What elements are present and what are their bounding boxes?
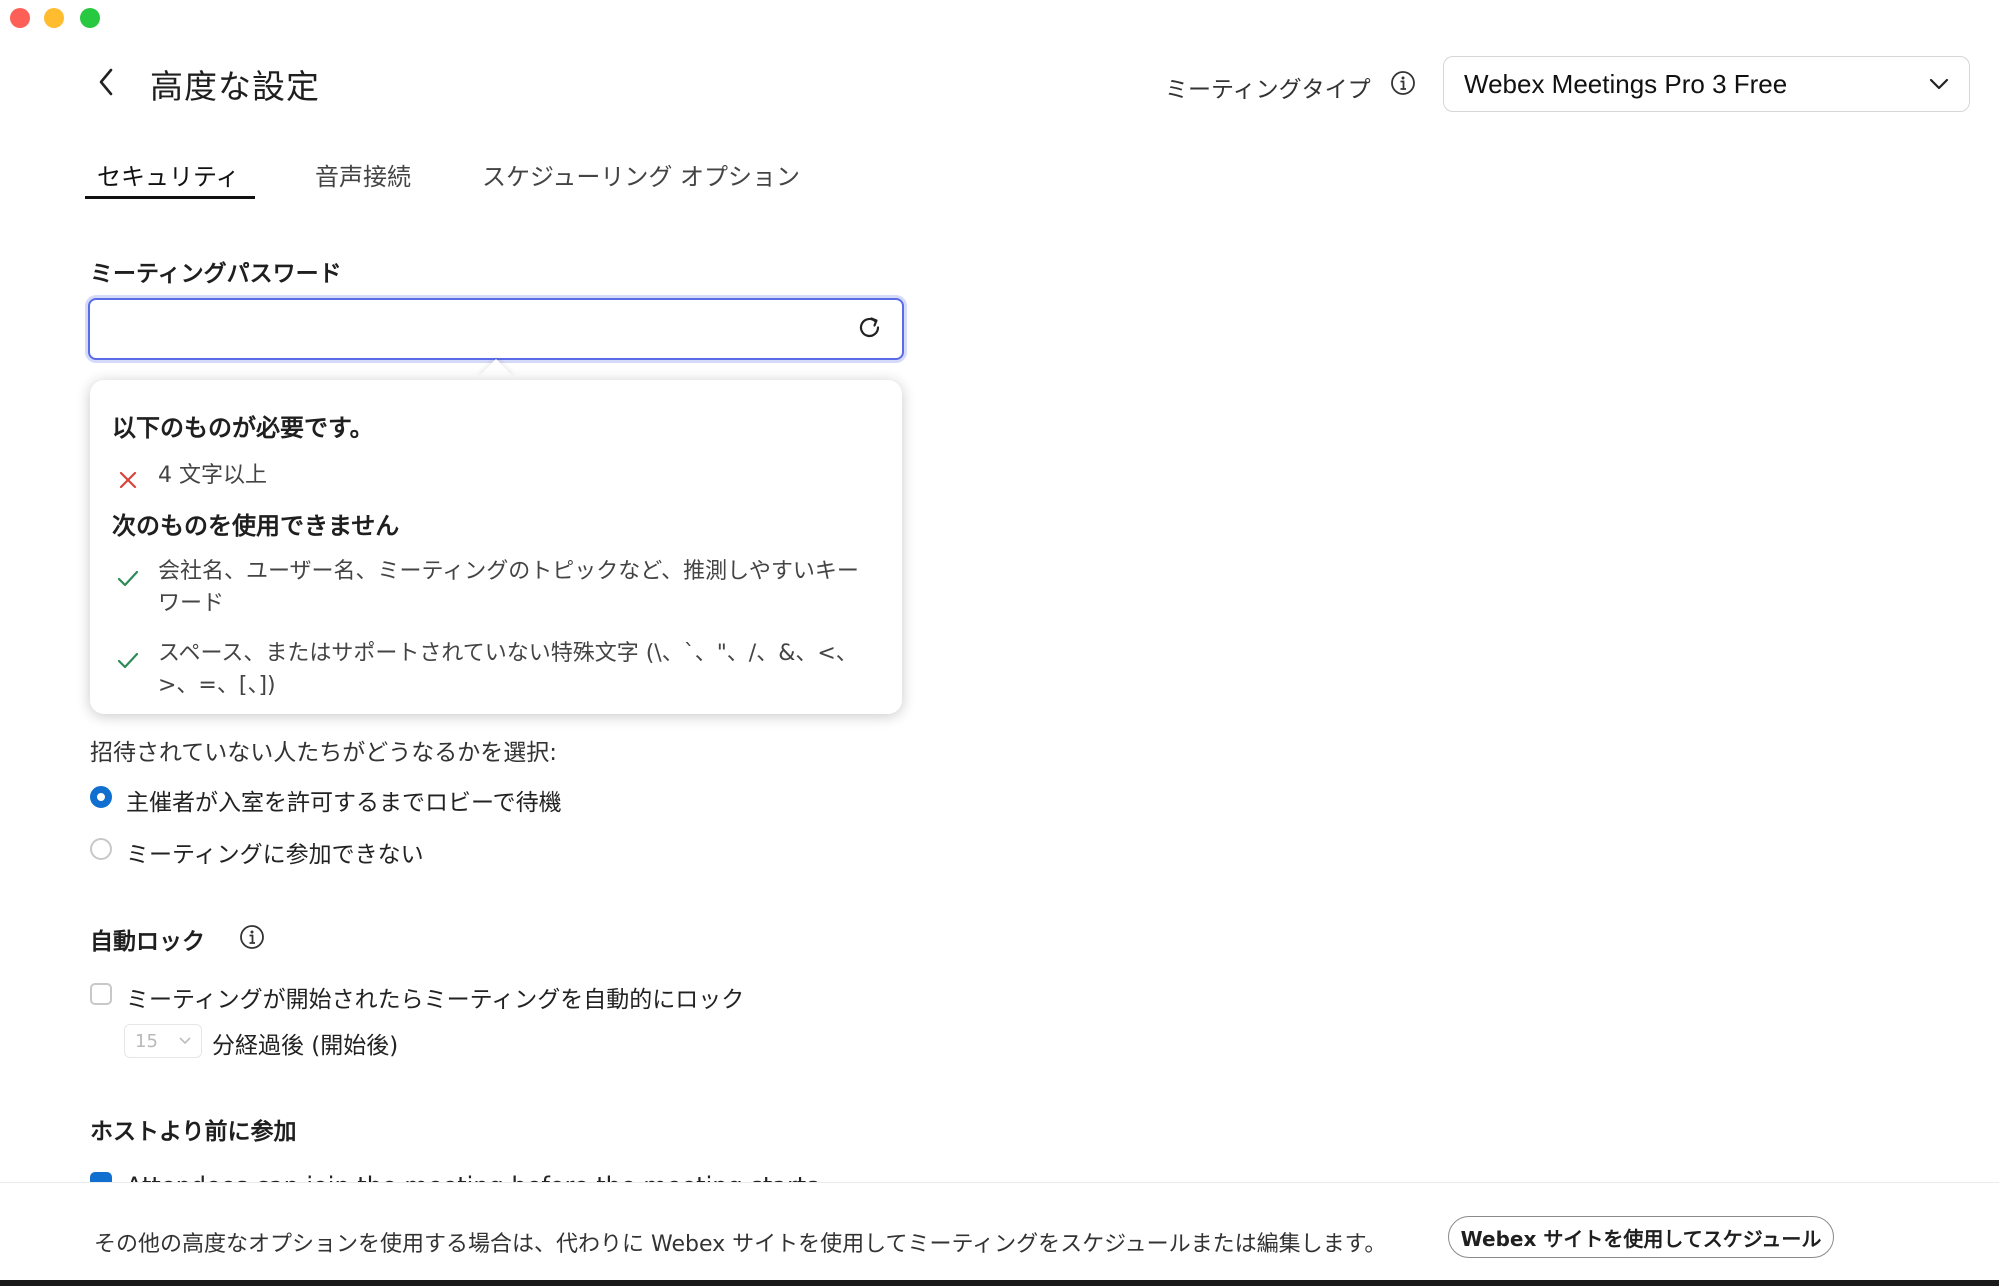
minimize-window-button[interactable] bbox=[44, 8, 64, 28]
chevron-down-icon bbox=[1929, 78, 1949, 90]
auto-lock-minutes-suffix: 分経過後 (開始後) bbox=[212, 1033, 399, 1059]
forbidden-guessable-keywords: 会社名、ユーザー名、ミーティングのトピックなど、推測しやすいキー ワード bbox=[158, 556, 888, 620]
forbidden-item-line: ワード bbox=[158, 591, 225, 616]
meeting-type-value: Webex Meetings Pro 3 Free bbox=[1464, 68, 1788, 99]
password-requirements-popover: 以下のものが必要です。 4 文字以上 次のものを使用できません 会社名、ユーザー… bbox=[90, 380, 902, 714]
check-icon bbox=[117, 570, 139, 587]
meeting-type-label: ミーティングタイプ bbox=[1165, 77, 1371, 103]
join-before-host-label-text: Attendees can join the meeting before th… bbox=[126, 1172, 819, 1182]
cannot-join-radio[interactable] bbox=[90, 838, 112, 860]
tab-audio-connection[interactable]: 音声接続 bbox=[315, 157, 411, 192]
join-before-host-checkbox-clip bbox=[90, 1172, 112, 1182]
error-x-icon bbox=[119, 471, 137, 489]
requirement-min-length: 4 文字以上 bbox=[158, 463, 267, 488]
uninvited-question: 招待されていない人たちがどうなるかを選択: bbox=[90, 740, 558, 766]
cannot-join-label[interactable]: ミーティングに参加できない bbox=[126, 835, 424, 869]
forbidden-item-line: スペース、またはサポートされていない特殊文字 (\、`、"、/、&、<、 bbox=[158, 641, 858, 666]
auto-lock-heading: 自動ロック bbox=[90, 929, 205, 955]
active-tab-indicator bbox=[85, 196, 255, 199]
info-icon[interactable] bbox=[1390, 70, 1416, 96]
lobby-wait-label[interactable]: 主催者が入室を許可するまでロビーで待機 bbox=[126, 783, 562, 817]
lobby-wait-radio[interactable] bbox=[90, 786, 112, 808]
password-input[interactable] bbox=[88, 298, 904, 360]
info-icon[interactable] bbox=[239, 924, 265, 950]
password-heading: ミーティングパスワード bbox=[90, 261, 342, 287]
schedule-on-webex-site-button[interactable]: Webex サイトを使用してスケジュール bbox=[1448, 1216, 1834, 1258]
join-before-host-checkbox[interactable] bbox=[90, 1172, 112, 1182]
chevron-down-icon bbox=[179, 1037, 191, 1045]
forbidden-heading: 次のものを使用できません bbox=[112, 512, 400, 540]
auto-lock-minutes-select[interactable]: 15 bbox=[124, 1024, 202, 1058]
auto-lock-minutes-value: 15 bbox=[135, 1030, 158, 1052]
tab-security[interactable]: セキュリティ bbox=[97, 157, 240, 192]
tab-scheduling-options[interactable]: スケジューリング オプション bbox=[482, 157, 800, 192]
close-window-button[interactable] bbox=[10, 8, 30, 28]
join-before-host-heading: ホストより前に参加 bbox=[90, 1119, 297, 1145]
meeting-type-select[interactable]: Webex Meetings Pro 3 Free bbox=[1443, 56, 1970, 112]
auto-lock-checkbox[interactable] bbox=[90, 983, 112, 1005]
page-title: 高度な設定 bbox=[150, 67, 320, 106]
window-bottom-edge bbox=[0, 1280, 1999, 1286]
forbidden-special-characters: スペース、またはサポートされていない特殊文字 (\、`、"、/、&、<、 >、=… bbox=[158, 638, 888, 702]
check-icon bbox=[117, 652, 139, 669]
chevron-left-icon bbox=[99, 68, 113, 96]
footer-note: その他の高度なオプションを使用する場合は、代わりに Webex サイトを使用して… bbox=[94, 1232, 1387, 1257]
auto-lock-label[interactable]: ミーティングが開始されたらミーティングを自動的にロック bbox=[126, 980, 744, 1014]
footer-separator bbox=[0, 1182, 1999, 1183]
refresh-icon[interactable] bbox=[856, 314, 884, 342]
forbidden-item-line: >、=、[、]) bbox=[158, 673, 276, 698]
back-button[interactable] bbox=[92, 62, 120, 102]
join-before-host-label: Attendees can join the meeting before th… bbox=[126, 1166, 826, 1182]
zoom-window-button[interactable] bbox=[80, 8, 100, 28]
forbidden-item-line: 会社名、ユーザー名、ミーティングのトピックなど、推測しやすいキー bbox=[158, 559, 859, 584]
required-heading: 以下のものが必要です。 bbox=[112, 414, 374, 442]
